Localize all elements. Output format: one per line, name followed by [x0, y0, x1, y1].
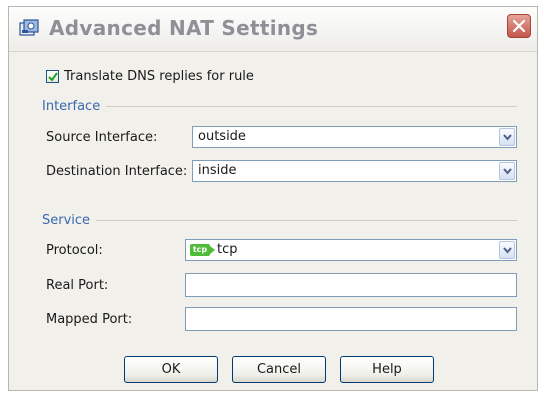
service-section-header: Service [42, 212, 517, 228]
destination-interface-label: Destination Interface: [46, 164, 188, 179]
chevron-down-icon [503, 168, 512, 175]
chevron-down-icon [503, 134, 512, 141]
help-button[interactable]: Help [340, 356, 434, 383]
mapped-port-label: Mapped Port: [46, 312, 133, 327]
source-interface-dropdown-button[interactable] [499, 128, 515, 146]
chevron-down-icon [503, 247, 512, 254]
cancel-button[interactable]: Cancel [232, 356, 326, 383]
nat-settings-icon [19, 19, 39, 39]
protocol-dropdown-button[interactable] [499, 241, 515, 259]
source-interface-value: outside [198, 129, 246, 144]
section-divider [96, 219, 517, 221]
mapped-port-input[interactable] [185, 307, 517, 331]
real-port-input[interactable] [185, 273, 517, 297]
protocol-select[interactable]: tcp tcp [185, 239, 517, 261]
interface-section-label: Interface [42, 98, 101, 114]
destination-interface-dropdown-button[interactable] [499, 162, 515, 180]
close-button[interactable] [507, 14, 531, 38]
close-icon [513, 20, 525, 32]
destination-interface-select[interactable]: inside [192, 160, 517, 182]
protocol-value: tcp [217, 242, 238, 257]
section-divider [106, 105, 517, 107]
translate-dns-checkbox[interactable] [46, 70, 59, 83]
real-port-label: Real Port: [46, 278, 109, 293]
service-section-label: Service [42, 212, 91, 228]
source-interface-select[interactable]: outside [192, 126, 517, 148]
translate-dns-label: Translate DNS replies for rule [64, 69, 254, 84]
tcp-protocol-icon: tcp [190, 244, 215, 256]
checkmark-icon [48, 72, 58, 82]
source-interface-label: Source Interface: [46, 130, 158, 145]
advanced-nat-settings-dialog: Advanced NAT Settings Translate DNS repl… [8, 6, 538, 391]
dialog-title: Advanced NAT Settings [49, 16, 319, 40]
protocol-label: Protocol: [46, 243, 103, 258]
destination-interface-value: inside [198, 163, 237, 178]
interface-section-header: Interface [42, 98, 517, 114]
title-bar[interactable]: Advanced NAT Settings [9, 7, 537, 52]
ok-button[interactable]: OK [124, 356, 218, 383]
translate-dns-row: Translate DNS replies for rule [46, 69, 254, 84]
